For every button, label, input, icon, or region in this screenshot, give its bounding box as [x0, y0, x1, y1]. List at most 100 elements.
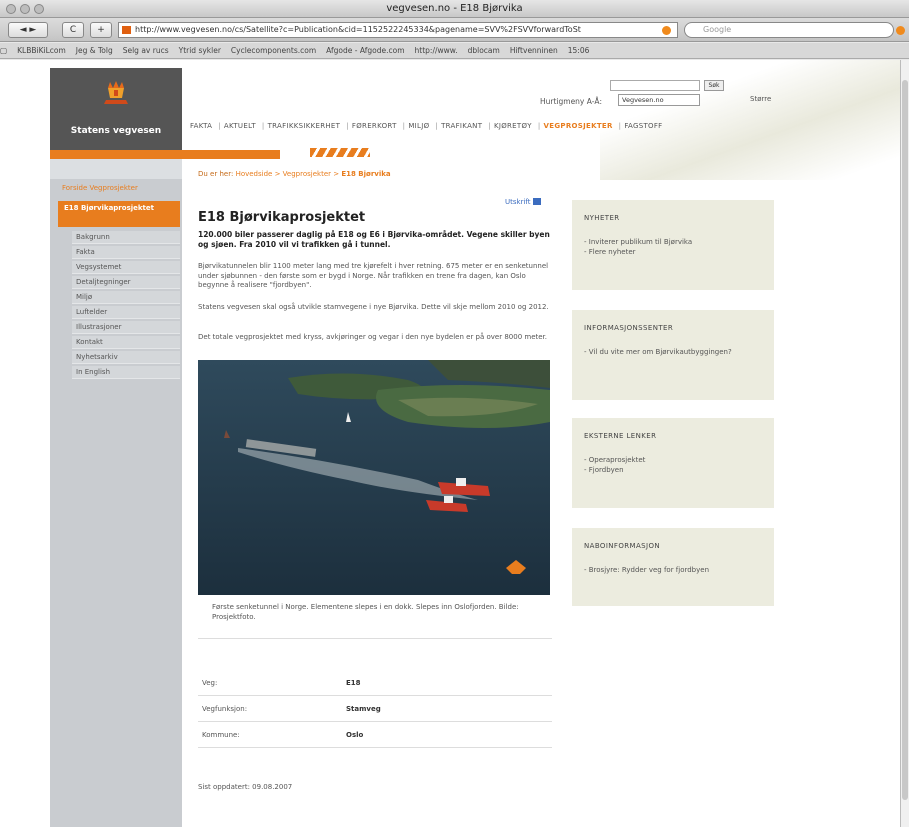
- top-nav-item[interactable]: FAGSTOFF: [624, 122, 662, 130]
- breadcrumb-item-projects[interactable]: Vegprosjekter: [283, 170, 331, 178]
- sidebar-menu-item[interactable]: Fakta: [72, 246, 180, 259]
- site-search-input[interactable]: [610, 80, 700, 91]
- sidebar-link[interactable]: - Inviterer publikum til Bjørvika: [584, 238, 762, 247]
- reload-button[interactable]: C: [62, 22, 84, 38]
- top-nav-item[interactable]: VEGPROSJEKTER: [544, 122, 613, 130]
- bookmark-item[interactable]: Ytrid sykler: [179, 43, 221, 58]
- rss-icon[interactable]: [662, 26, 671, 35]
- nav-separator: |: [435, 122, 439, 130]
- nav-separator: |: [488, 122, 491, 130]
- menu-parent-link[interactable]: Forside Vegprosjekter: [62, 184, 138, 192]
- window-title: vegvesen.no - E18 Bjørvika: [386, 3, 523, 14]
- info-key: Veg:: [202, 679, 218, 687]
- quick-menu-label: Hurtigmeny A-Å:: [540, 97, 603, 106]
- quick-menu-area: Søk Hurtigmeny A-Å: Vegvesen.no Større: [540, 80, 800, 120]
- top-nav-item[interactable]: TRAFIKKSIKKERHET: [268, 122, 341, 130]
- sidebar-menu-item[interactable]: Illustrasjoner: [72, 321, 180, 334]
- table-row: Kommune: Oslo: [198, 722, 552, 748]
- bookmark-item[interactable]: dblocam: [468, 43, 500, 58]
- bookmarks-bar: ▢ KLBBiKiLcom Jeg & Tolg Selg av rucs Ytrid …: [0, 43, 909, 59]
- orange-accent-band: [50, 150, 280, 159]
- sidebar-menu-item[interactable]: Vegsystemet: [72, 261, 180, 274]
- bookmark-item[interactable]: 15:06: [568, 43, 590, 58]
- site-search-button[interactable]: Søk: [704, 80, 724, 91]
- print-link[interactable]: Utskrift: [505, 198, 542, 206]
- sidebar-link[interactable]: - Flere nyheter: [584, 248, 762, 257]
- sidebar-menu-item[interactable]: Miljø: [72, 291, 180, 304]
- bookmark-item[interactable]: http://www.: [415, 43, 458, 58]
- sidebar-box: NYHETER - Inviterer publikum til Bjørvik…: [572, 200, 774, 290]
- nav-separator: |: [402, 122, 406, 130]
- nav-separator: |: [618, 122, 622, 130]
- article-paragraph: Bjørvikatunnelen blir 1100 meter lang me…: [198, 262, 549, 289]
- table-row: Vegfunksjon: Stamveg: [198, 696, 552, 722]
- article-paragraph: Statens vegvesen skal også utvikle stamv…: [198, 303, 549, 311]
- sidebar-menu-item[interactable]: Bakgrunn: [72, 231, 180, 244]
- back-forward-button[interactable]: ◄ ►: [8, 22, 48, 38]
- browser-search-input[interactable]: Google: [684, 22, 894, 38]
- menu-current-item[interactable]: E18 Bjørvikaprosjektet: [58, 201, 180, 227]
- scrollbar-thumb[interactable]: [902, 80, 908, 800]
- sidebar-link[interactable]: - Fjordbyen: [584, 466, 762, 475]
- sidebar-link[interactable]: - Operaprosjektet: [584, 456, 762, 465]
- activity-icon: [896, 26, 905, 35]
- font-size-toggle[interactable]: Større: [750, 95, 771, 103]
- bookmark-item[interactable]: Selg av rucs: [123, 43, 169, 58]
- top-nav-item[interactable]: MILJØ: [408, 122, 429, 130]
- top-navigation: FAKTA | AKTUELT | TRAFIKKSIKKERHET | FØRERKORT…: [190, 122, 666, 130]
- info-value: E18: [346, 679, 361, 687]
- header-decoration: [600, 60, 900, 180]
- tunnel-photo[interactable]: [198, 360, 550, 595]
- print-label: Utskrift: [505, 198, 531, 206]
- bookmark-item[interactable]: Afgode - Afgode.com: [326, 43, 404, 58]
- sidebar-link[interactable]: - Vil du vite mer om Bjørvikautbyggingen…: [584, 348, 762, 357]
- info-key: Vegfunksjon:: [202, 705, 248, 713]
- page-title: E18 Bjørvikaprosjektet: [198, 210, 366, 225]
- info-key: Kommune:: [202, 731, 240, 739]
- top-nav-item[interactable]: TRAFIKANT: [441, 122, 482, 130]
- nav-separator: |: [261, 122, 265, 130]
- sidebar-box-title: NYHETER: [584, 214, 620, 222]
- site-logo[interactable]: Statens vegvesen: [50, 68, 182, 150]
- info-value: Oslo: [346, 731, 364, 739]
- site-favicon-icon: [122, 26, 131, 34]
- breadcrumb-item-home[interactable]: Hovedside: [236, 170, 273, 178]
- left-menu-top-strip: [50, 159, 182, 179]
- add-bookmark-button[interactable]: +: [90, 22, 112, 38]
- bookmark-item[interactable]: KLBBiKiLcom: [17, 43, 66, 58]
- top-nav-item[interactable]: FØRERKORT: [352, 122, 397, 130]
- table-row: Veg: E18: [198, 670, 552, 696]
- window-titlebar: vegvesen.no - E18 Bjørvika: [0, 0, 909, 18]
- bookmarks-icon[interactable]: ▢: [0, 43, 7, 58]
- sidebar-box-title: NABOINFORMASJON: [584, 542, 660, 550]
- printer-icon: [533, 198, 542, 205]
- sidebar-box-title: EKSTERNE LENKER: [584, 432, 657, 440]
- project-info-table: Veg: E18 Vegfunksjon: Stamveg Kommune: O…: [198, 670, 552, 748]
- info-value: Stamveg: [346, 705, 381, 713]
- nav-separator: |: [346, 122, 349, 130]
- divider: [198, 638, 552, 639]
- browser-toolbar: ◄ ► C + http://www.vegvesen.no/cs/Satell…: [0, 18, 909, 42]
- quick-menu-select[interactable]: Vegvesen.no: [618, 94, 700, 106]
- last-updated: Sist oppdatert: 09.08.2007: [198, 783, 293, 791]
- url-text: http://www.vegvesen.no/cs/Satellite?c=Pu…: [135, 25, 581, 34]
- nav-separator: |: [537, 122, 541, 130]
- search-placeholder: Google: [703, 25, 732, 34]
- page-scrollbar[interactable]: [900, 60, 909, 827]
- sidebar-menu-item[interactable]: Kontakt: [72, 336, 180, 349]
- top-nav-item[interactable]: AKTUELT: [224, 122, 256, 130]
- bookmark-item[interactable]: Jeg & Tolg: [76, 43, 113, 58]
- sidebar-link[interactable]: - Brosjyre: Rydder veg for fjordbyen: [584, 566, 762, 575]
- sidebar-box: EKSTERNE LENKER - Operaprosjektet - Fjord…: [572, 418, 774, 508]
- top-nav-item[interactable]: FAKTA: [190, 122, 212, 130]
- sidebar-menu-item[interactable]: Nyhetsarkiv: [72, 351, 180, 364]
- address-bar[interactable]: http://www.vegvesen.no/cs/Satellite?c=Pu…: [118, 22, 678, 38]
- sidebar-box: INFORMASJONSSENTER - Vil du vite mer om …: [572, 310, 774, 400]
- bookmark-item[interactable]: Hiftvenninen: [510, 43, 558, 58]
- sidebar-menu-item[interactable]: Detaljtegninger: [72, 276, 180, 289]
- bookmark-item[interactable]: Cyclecomponents.com: [231, 43, 316, 58]
- sidebar-box: NABOINFORMASJON - Brosjyre: Rydder veg f…: [572, 528, 774, 606]
- top-nav-item[interactable]: KJØRETØY: [494, 122, 532, 130]
- sidebar-menu-item[interactable]: In English: [72, 366, 180, 379]
- sidebar-menu-item[interactable]: Luftelder: [72, 306, 180, 319]
